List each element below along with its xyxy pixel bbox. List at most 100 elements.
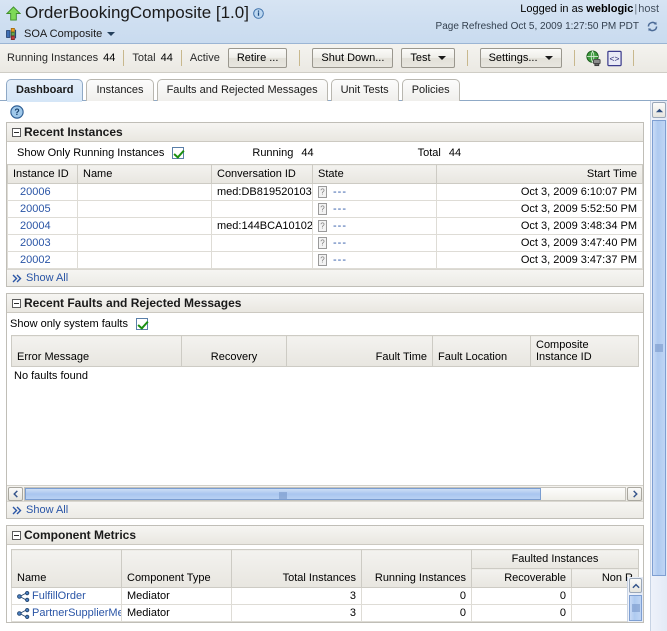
instance-start-time: Oct 3, 2009 3:47:37 PM [436,251,643,269]
tab-faults-and-rejected-messages[interactable]: Faults and Rejected Messages [156,79,328,101]
toolbar-divider [573,50,575,66]
running-instances-label: Running Instances [7,52,99,64]
col-conversation-id[interactable]: Conversation ID [211,164,313,184]
soa-composite-label[interactable]: SOA Composite [24,28,102,40]
table-row[interactable]: PartnerSupplierMe Mediator 3 0 0 [11,604,639,622]
chevron-down-icon[interactable] [107,32,116,36]
double-chevron-right-icon [12,506,23,515]
globe-icon[interactable] [585,49,602,67]
unknown-state-icon: ? [318,237,327,249]
recent-faults-table: Error Message Recovery Fault Time Fault … [11,335,639,367]
toolbar-divider [299,50,301,66]
metrics-scroll-up-button[interactable] [629,578,642,593]
refresh-icon[interactable] [646,20,659,33]
instance-id-link[interactable]: 20004 [20,220,51,232]
page-scroll-track[interactable] [652,120,666,629]
toolbar-divider [180,50,182,66]
recent-faults-show-all-link[interactable]: Show All [26,504,68,516]
instance-id-link[interactable]: 20006 [20,186,51,198]
tab-dashboard[interactable]: Dashboard [6,79,84,102]
svg-text:?: ? [320,205,325,214]
scroll-left-button[interactable] [8,486,23,501]
collapse-toggle-icon[interactable] [12,298,21,308]
collapse-toggle-icon[interactable] [12,127,21,137]
show-only-running-checkbox[interactable] [172,147,185,159]
table-row[interactable]: 20002 ? --- Oct 3, 2009 3:47:37 PM [7,251,643,269]
table-row[interactable]: 20004 med:144BCA101021 ? --- Oct 3, 2009… [7,217,643,235]
col-state[interactable]: State [312,164,437,184]
col-composite-instance-id[interactable]: Composite Instance ID [530,335,639,367]
page-scroll-up-button[interactable] [652,102,666,118]
horizontal-scroll-thumb[interactable] [25,487,541,500]
col-fault-time[interactable]: Fault Time [286,335,433,367]
table-row[interactable]: FulfillOrder Mediator 3 0 0 [11,587,639,605]
component-total-instances: 3 [231,604,362,622]
conversation-id [211,200,313,218]
scroll-grip-icon [631,604,640,612]
instance-id-link[interactable]: 20003 [20,237,51,249]
col-component-type[interactable]: Component Type [121,549,232,588]
col-name[interactable]: Name [77,164,212,184]
col-instance-id[interactable]: Instance ID [7,164,78,184]
col-name[interactable]: Name [11,549,122,588]
component-metrics-vertical-scrollbar[interactable] [627,577,643,622]
conversation-id: med:DB8195201034 [211,183,313,201]
chevron-down-icon [544,56,553,60]
tab-policies-label: Policies [411,84,450,96]
settings-button[interactable]: Settings... [479,48,562,68]
instance-id-link[interactable]: 20005 [20,203,51,215]
retire-button[interactable]: Retire ... [227,48,288,68]
table-row[interactable]: 20003 ? --- Oct 3, 2009 3:47:40 PM [7,234,643,252]
metrics-scroll-thumb[interactable] [629,595,642,621]
xml-code-icon[interactable]: <> [606,50,623,67]
component-name-link[interactable]: PartnerSupplierMe [32,607,121,619]
recent-instances-show-all-link[interactable]: Show All [26,272,68,284]
info-icon[interactable] [253,7,264,19]
recent-faults-horizontal-scrollbar[interactable] [7,485,643,501]
tab-policies[interactable]: Policies [401,79,460,101]
col-total-instances[interactable]: Total Instances [231,549,362,588]
tab-unit-tests[interactable]: Unit Tests [330,79,399,101]
recent-faults-panel: Recent Faults and Rejected Messages Show… [6,293,644,519]
instance-id-link[interactable]: 20002 [20,254,51,266]
test-button-label: Test [410,52,431,64]
col-recovery[interactable]: Recovery [181,335,287,367]
horizontal-scroll-track[interactable] [24,486,626,501]
show-only-system-faults-checkbox[interactable] [136,318,148,330]
shut-down-button-label: Shut Down... [321,52,385,64]
tab-unit-tests-label: Unit Tests [340,84,389,96]
col-error-message[interactable]: Error Message [11,335,182,367]
conversation-id [211,251,313,269]
logged-in-prefix: Logged in as [520,3,584,15]
page-title: OrderBookingComposite [1.0] [25,3,249,22]
col-running-instances[interactable]: Running Instances [361,549,472,588]
help-icon[interactable]: ? [10,105,24,119]
component-name-cell: FulfillOrder [11,587,122,605]
toolbar-divider [632,50,634,66]
page-refreshed-text: Page Refreshed Oct 5, 2009 1:27:50 PM PD… [435,21,639,32]
tab-instances[interactable]: Instances [86,79,154,101]
col-recoverable[interactable]: Recoverable [471,568,572,588]
page-vertical-scrollbar[interactable] [650,101,667,631]
double-chevron-right-icon [12,274,23,283]
shut-down-button[interactable]: Shut Down... [312,48,394,68]
unknown-state-icon: ? [318,254,327,266]
collapse-toggle-icon[interactable] [12,530,21,540]
col-start-time[interactable]: Start Time [436,164,643,184]
component-metrics-panel: Component Metrics Name Component Type To… [6,525,644,623]
tab-dashboard-label: Dashboard [16,84,74,96]
instance-state-value: --- [333,254,347,266]
svg-text:?: ? [320,222,325,231]
component-name-link[interactable]: FulfillOrder [32,590,86,602]
retire-button-label: Retire ... [236,52,279,64]
scroll-grip-icon [655,344,663,352]
scroll-right-button[interactable] [627,486,642,501]
page-scroll-thumb[interactable] [652,120,666,576]
col-fault-location[interactable]: Fault Location [432,335,531,367]
table-row[interactable]: 20005 ? --- Oct 3, 2009 5:52:50 PM [7,200,643,218]
col-faulted-instances[interactable]: Faulted Instances [471,549,639,569]
table-row[interactable]: 20006 med:DB8195201034 ? --- Oct 3, 2009… [7,183,643,201]
instance-name [77,251,212,269]
test-button[interactable]: Test [401,48,455,68]
instance-start-time: Oct 3, 2009 5:52:50 PM [436,200,643,218]
